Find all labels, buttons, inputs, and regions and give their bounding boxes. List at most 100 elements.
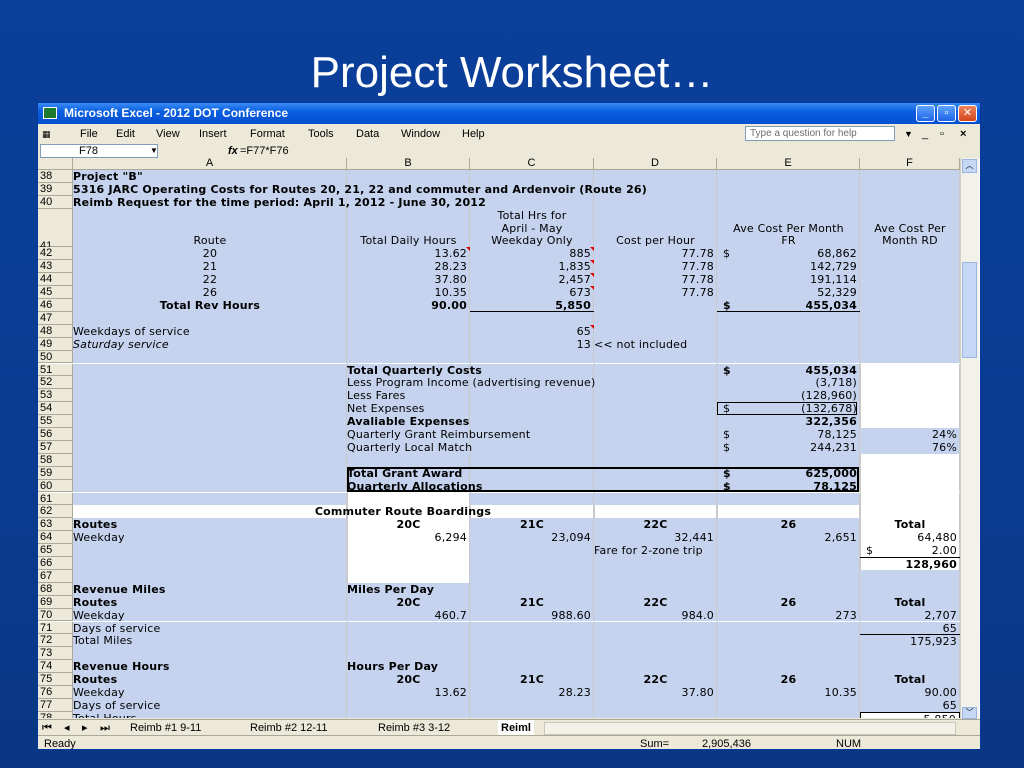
- cell-f[interactable]: 2,707: [860, 609, 960, 622]
- cell-a[interactable]: Weekday: [73, 686, 347, 699]
- scroll-down-icon[interactable]: ﹀: [962, 707, 977, 719]
- cell-c[interactable]: 21C: [470, 518, 594, 531]
- cell-d[interactable]: << not included: [594, 338, 794, 351]
- cell-c1[interactable]: Total Hrs for: [470, 209, 594, 222]
- row-header[interactable]: 38: [38, 170, 73, 183]
- cell-a[interactable]: Revenue Hours: [73, 660, 347, 673]
- row-header[interactable]: 76: [38, 686, 73, 699]
- cell-c[interactable]: 65: [470, 324, 594, 338]
- cell-b[interactable]: 28.23: [347, 260, 470, 273]
- column-header-f[interactable]: F: [860, 158, 960, 170]
- cell-b[interactable]: Total Quarterly Costs: [347, 364, 717, 377]
- sheet-tab-active[interactable]: Reiml: [498, 720, 534, 736]
- row-header[interactable]: 41: [38, 208, 73, 252]
- cell-f[interactable]: Total: [860, 518, 960, 531]
- cell-c[interactable]: 21C: [470, 673, 594, 686]
- cell-e[interactable]: 322,356: [717, 415, 860, 428]
- cell-e[interactable]: (128,960): [717, 389, 860, 402]
- cell-f1[interactable]: Ave Cost Per: [860, 222, 960, 235]
- sheet-tab-reimb1[interactable]: Reimb #1 9-11: [130, 720, 201, 736]
- cell-b[interactable]: Less Program Income (advertising revenue…: [347, 376, 717, 389]
- row-header[interactable]: 52: [38, 376, 73, 390]
- menu-insert[interactable]: Insert: [199, 124, 227, 144]
- cell-a[interactable]: Routes: [73, 518, 347, 531]
- row-header[interactable]: 50: [38, 350, 73, 364]
- row-header[interactable]: 39: [38, 182, 73, 196]
- cell-b[interactable]: Total Daily Hours: [347, 234, 470, 248]
- cell-a[interactable]: Total Miles: [73, 634, 347, 647]
- next-sheet-icon[interactable]: ▸: [82, 720, 88, 736]
- cell-e[interactable]: 191,114: [717, 273, 860, 286]
- doc-minimize-button[interactable]: _: [922, 124, 928, 144]
- help-dropdown-icon[interactable]: ▼: [904, 124, 913, 144]
- row-header[interactable]: 73: [38, 647, 73, 661]
- workbook-icon[interactable]: ▦: [42, 124, 51, 144]
- cell-a[interactable]: Total Rev Hours: [73, 299, 347, 312]
- cell-b[interactable]: 13.62: [347, 247, 470, 260]
- row-header[interactable]: 69: [38, 595, 73, 609]
- cell-b[interactable]: 13.62: [347, 686, 470, 699]
- cell-a[interactable]: Total Hours: [73, 712, 347, 718]
- row-header[interactable]: 46: [38, 299, 73, 312]
- row-header[interactable]: 78: [38, 711, 73, 718]
- restore-button[interactable]: ▫: [937, 105, 956, 122]
- cell-b[interactable]: Hours Per Day: [347, 660, 470, 673]
- row-header[interactable]: 62: [38, 505, 73, 519]
- cell-c[interactable]: 673: [470, 286, 594, 299]
- row-header[interactable]: 44: [38, 273, 73, 287]
- cell-e2[interactable]: FR: [717, 234, 860, 248]
- last-sheet-icon[interactable]: ⏭: [100, 720, 110, 736]
- cell-a[interactable]: 5316 JARC Operating Costs for Routes 20,…: [73, 183, 773, 196]
- cell-c[interactable]: 21C: [470, 596, 594, 609]
- cell-e[interactable]: 142,729: [717, 260, 860, 273]
- cell-a[interactable]: Weekday: [73, 531, 347, 544]
- row-header[interactable]: 71: [38, 621, 73, 635]
- menu-format[interactable]: Format: [250, 124, 285, 144]
- cell-e[interactable]: (3,718): [717, 376, 860, 389]
- column-header-c[interactable]: C: [470, 158, 594, 170]
- cell-b[interactable]: 20C: [347, 673, 470, 686]
- cell-f[interactable]: 90.00: [860, 686, 960, 699]
- row-header[interactable]: 77: [38, 698, 73, 712]
- row-header[interactable]: 42: [38, 247, 73, 261]
- cell-f[interactable]: 65: [860, 699, 960, 712]
- cell-c2[interactable]: April - May: [470, 222, 594, 235]
- row-header[interactable]: 75: [38, 673, 73, 686]
- title-bar[interactable]: Microsoft Excel - 2012 DOT Conference _ …: [38, 103, 980, 124]
- row-header[interactable]: 47: [38, 311, 73, 325]
- cell-e[interactable]: 68,862: [717, 247, 860, 260]
- cell-b[interactable]: Quarterly Local Match: [347, 441, 717, 454]
- cell-c[interactable]: 1,835: [470, 260, 594, 273]
- cell-a[interactable]: Routes: [73, 596, 347, 609]
- row-header[interactable]: 66: [38, 557, 73, 570]
- cell-a[interactable]: Revenue Miles: [73, 583, 347, 596]
- row-header[interactable]: 67: [38, 569, 73, 583]
- cell-b[interactable]: Miles Per Day: [347, 583, 470, 596]
- cell-f[interactable]: 24%: [860, 428, 960, 441]
- cell-e[interactable]: 273: [717, 609, 860, 622]
- row-header[interactable]: 64: [38, 531, 73, 545]
- row-header[interactable]: 58: [38, 453, 73, 467]
- cell-d[interactable]: 77.78: [594, 286, 717, 299]
- cell-d[interactable]: 984.0: [594, 609, 717, 622]
- name-box-dropdown-icon[interactable]: ▼: [150, 144, 158, 158]
- row-header[interactable]: 53: [38, 389, 73, 403]
- cell-f[interactable]: Total: [860, 673, 960, 686]
- cell-f[interactable]: 5,850: [860, 711, 960, 718]
- cell-d[interactable]: 37.80: [594, 686, 717, 699]
- row-header[interactable]: 40: [38, 195, 73, 209]
- cell-e[interactable]: 244,231: [717, 441, 860, 454]
- cell-b[interactable]: 10.35: [347, 286, 470, 299]
- row-header[interactable]: 74: [38, 660, 73, 674]
- cell-e[interactable]: 78,125: [717, 428, 860, 441]
- name-box[interactable]: F78: [40, 144, 158, 158]
- row-header[interactable]: 55: [38, 415, 73, 428]
- cell-e[interactable]: 26: [717, 596, 860, 609]
- menu-edit[interactable]: Edit: [116, 124, 135, 144]
- row-header[interactable]: 48: [38, 324, 73, 338]
- cell-e1[interactable]: Ave Cost Per Month: [717, 222, 860, 235]
- sheet-tab-reimb3[interactable]: Reimb #3 3-12: [378, 720, 450, 736]
- cell-a[interactable]: Routes: [73, 673, 347, 686]
- cell-b[interactable]: 20C: [347, 518, 470, 531]
- cell-a[interactable]: Weekdays of service: [73, 325, 347, 338]
